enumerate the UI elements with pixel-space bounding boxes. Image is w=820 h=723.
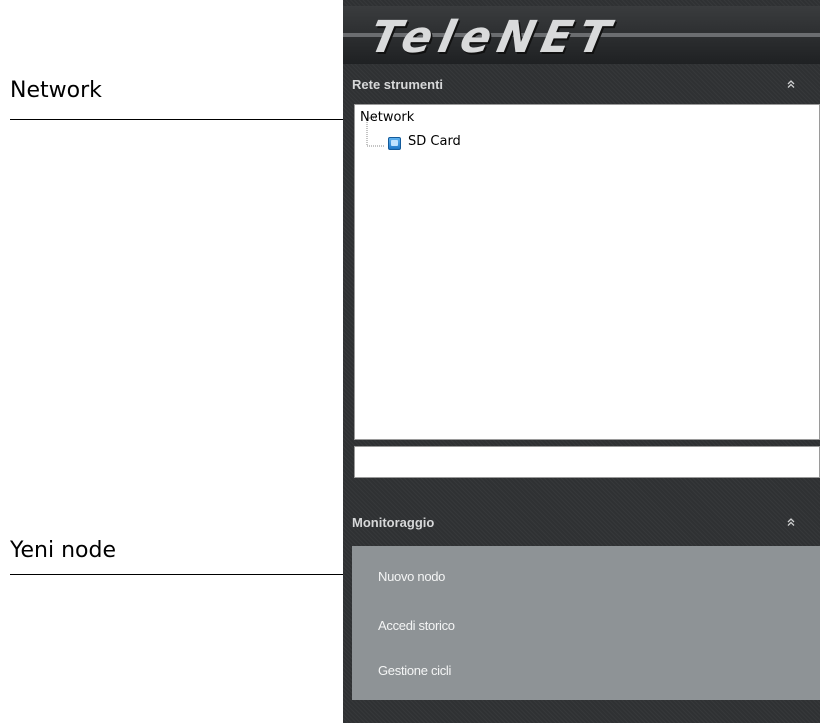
double-chevron-up-icon[interactable]: [786, 73, 796, 97]
double-chevron-up-icon[interactable]: [786, 511, 796, 535]
menu-item-new-node[interactable]: Nuovo nodo: [378, 569, 445, 584]
menu-item-access-history[interactable]: Accedi storico: [378, 618, 455, 633]
network-section-title: Rete strumenti: [352, 77, 444, 92]
monitoring-menu: Nuovo nodo Accedi storico Gestione cicli: [352, 546, 820, 700]
menu-item-cycle-management[interactable]: Gestione cicli: [378, 663, 451, 678]
callout-new-node-label: Yeni node: [10, 538, 117, 563]
network-section-header[interactable]: Rete strumenti: [352, 73, 820, 97]
callout-network-label: Network: [10, 78, 102, 103]
tree-item-sd-card[interactable]: SD Card: [408, 134, 461, 149]
tree-item-network[interactable]: Network: [360, 110, 414, 125]
callout-new-node-line: [10, 574, 357, 575]
telenet-logo: TeleNET: [365, 12, 622, 63]
tree-item-label: SD Card: [408, 134, 461, 149]
tree-item-label: Network: [360, 110, 415, 125]
logo-banner: TeleNET: [343, 6, 820, 64]
sd-card-icon: [388, 137, 401, 150]
network-filter-input[interactable]: [354, 446, 820, 478]
monitoring-section-header[interactable]: Monitoraggio: [352, 511, 820, 535]
telenet-side-panel: TeleNET Rete strumenti Network SD Card M…: [343, 0, 820, 723]
network-tree[interactable]: Network SD Card: [354, 104, 820, 440]
callout-network-line: [10, 119, 357, 120]
monitoring-section-title: Monitoraggio: [352, 515, 435, 530]
